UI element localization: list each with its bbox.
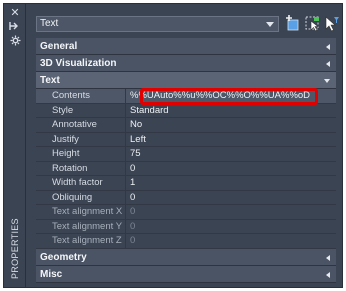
properties-palette: ✕ PROPERTIES Text General 3D Visualizati… [3, 3, 343, 288]
expand-arrow-icon [326, 254, 330, 261]
property-name: Width factor [36, 176, 126, 190]
expand-arrow-icon [326, 44, 330, 50]
property-row-rotation[interactable]: Rotation 0 [36, 161, 336, 176]
property-value[interactable]: Standard [128, 104, 336, 118]
section-geometry[interactable]: Geometry [36, 248, 336, 266]
property-name: Height [36, 147, 126, 161]
settings-icon[interactable] [8, 35, 22, 47]
expand-arrow-icon [326, 61, 330, 67]
property-name: Style [36, 103, 126, 117]
property-value[interactable]: Left [128, 133, 336, 147]
property-row-text-alignment-z: Text alignment Z 0 [36, 234, 336, 249]
property-row-justify[interactable]: Justify Left [36, 132, 336, 147]
property-row-annotative[interactable]: Annotative No [36, 118, 336, 133]
section-3d-visualization-label: 3D Visualization [40, 58, 117, 69]
palette-title-strip: ✕ PROPERTIES [4, 4, 26, 287]
property-name: Rotation [36, 161, 126, 175]
property-value[interactable]: 0 [128, 162, 336, 176]
property-value: 0 [130, 220, 136, 232]
select-objects-icon[interactable] [304, 15, 321, 32]
property-name: Justify [36, 132, 126, 146]
collapse-arrow-icon [324, 79, 330, 83]
property-value: 0 [130, 235, 136, 246]
property-name: Obliquing [36, 190, 126, 204]
toggle-pickadd-icon[interactable] [285, 15, 302, 32]
property-row-obliquing[interactable]: Obliquing 0 [36, 190, 336, 205]
quick-select-icon[interactable] [323, 15, 340, 32]
section-misc-label: Misc [40, 268, 63, 280]
property-value[interactable]: 1 [128, 176, 336, 190]
properties-main: Text General 3D Visualization Text Conte… [27, 4, 342, 287]
section-3d-visualization[interactable]: 3D Visualization [36, 55, 336, 72]
section-general[interactable]: General [36, 38, 336, 55]
property-value[interactable]: 75 [128, 147, 336, 161]
expand-arrow-icon [326, 271, 330, 278]
section-text-label: Text [40, 75, 60, 86]
section-geometry-label: Geometry [40, 251, 87, 263]
property-row-height[interactable]: Height 75 [36, 147, 336, 162]
autohide-icon[interactable] [8, 21, 22, 33]
property-name: Annotative [36, 118, 126, 132]
property-value[interactable]: %%UAuto%%u%%OC%%O%%UA%%oD [128, 89, 336, 103]
chevron-down-icon [266, 22, 274, 27]
property-name: Text alignment Z [36, 234, 126, 248]
object-type-value: Text [40, 18, 59, 29]
section-general-label: General [40, 41, 78, 52]
property-name: Contents [36, 89, 126, 103]
property-row-style[interactable]: Style Standard [36, 103, 336, 118]
property-row-text-alignment-y: Text alignment Y 0 [36, 219, 336, 234]
properties-toolbar: Text [36, 13, 339, 35]
property-value: 0 [130, 206, 136, 217]
property-value[interactable]: No [128, 118, 336, 132]
property-row-contents[interactable]: Contents %%UAuto%%u%%OC%%O%%UA%%oD [36, 89, 336, 104]
property-grid: General 3D Visualization Text Contents %… [36, 38, 336, 284]
palette-title: PROPERTIES [10, 218, 20, 280]
property-name: Text alignment X [36, 205, 126, 219]
property-row-text-alignment-x: Text alignment X 0 [36, 205, 336, 220]
property-row-width-factor[interactable]: Width factor 1 [36, 176, 336, 191]
section-misc[interactable]: Misc [36, 265, 336, 283]
object-type-dropdown[interactable]: Text [36, 16, 279, 32]
property-value[interactable]: 0 [128, 191, 336, 205]
section-text[interactable]: Text [36, 72, 336, 89]
close-icon[interactable]: ✕ [8, 7, 22, 19]
property-name: Text alignment Y [36, 219, 126, 233]
